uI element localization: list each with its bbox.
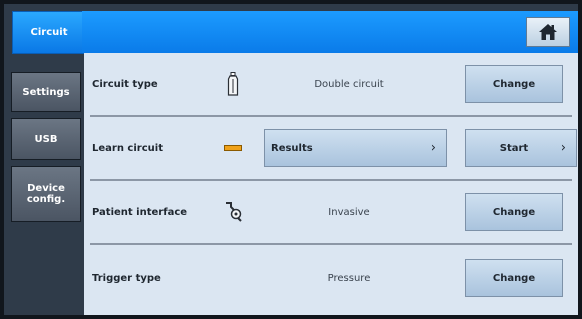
tab-circuit-label: Circuit xyxy=(30,27,68,38)
circuit-type-change-button[interactable]: Change xyxy=(465,65,563,103)
tab-settings[interactable]: Settings xyxy=(11,72,81,112)
device-screen: Circuit Settings USB Device config. Circ… xyxy=(0,0,582,319)
change-button-label: Change xyxy=(492,206,536,218)
hose-connector-icon xyxy=(218,181,248,243)
home-button[interactable] xyxy=(526,17,570,47)
bottle-icon xyxy=(218,53,248,115)
circuit-type-label: Circuit type xyxy=(92,78,158,90)
row-circuit-type: Circuit type Double circuit Change xyxy=(84,53,578,117)
orange-bar-icon xyxy=(218,117,248,179)
home-icon xyxy=(539,24,557,40)
trigger-type-label: Trigger type xyxy=(92,272,161,284)
row-patient-interface: Patient interface Invasive Change xyxy=(84,181,578,245)
circuit-panel: Circuit type Double circuit Change Learn… xyxy=(84,53,578,315)
patient-interface-value: Invasive xyxy=(328,206,370,218)
results-button[interactable]: Results › xyxy=(264,129,447,167)
tab-device-config[interactable]: Device config. xyxy=(11,166,81,222)
tab-settings-label: Settings xyxy=(22,86,70,98)
tab-device-config-label: Device config. xyxy=(26,183,66,205)
patient-interface-label: Patient interface xyxy=(92,206,188,218)
row-trigger-type: Trigger type Pressure Change xyxy=(84,245,578,315)
learn-circuit-label: Learn circuit xyxy=(92,142,163,154)
left-nav: Circuit Settings USB Device config. xyxy=(8,8,85,319)
tab-circuit[interactable]: Circuit xyxy=(12,11,85,54)
row-learn-circuit: Learn circuit Results › Start › xyxy=(84,117,578,181)
header-bar xyxy=(82,11,578,53)
change-button-label: Change xyxy=(492,272,536,284)
chevron-right-icon: › xyxy=(430,140,436,156)
chevron-right-icon: › xyxy=(560,140,566,156)
trigger-type-value: Pressure xyxy=(327,272,371,284)
tab-usb[interactable]: USB xyxy=(11,118,81,160)
patient-interface-change-button[interactable]: Change xyxy=(465,193,563,231)
results-button-label: Results xyxy=(271,142,313,154)
circuit-type-value: Double circuit xyxy=(314,78,384,90)
change-button-label: Change xyxy=(492,78,536,90)
start-button[interactable]: Start › xyxy=(465,129,577,167)
tab-usb-label: USB xyxy=(34,133,58,145)
trigger-type-change-button[interactable]: Change xyxy=(465,259,563,297)
start-button-label: Start xyxy=(499,142,529,154)
